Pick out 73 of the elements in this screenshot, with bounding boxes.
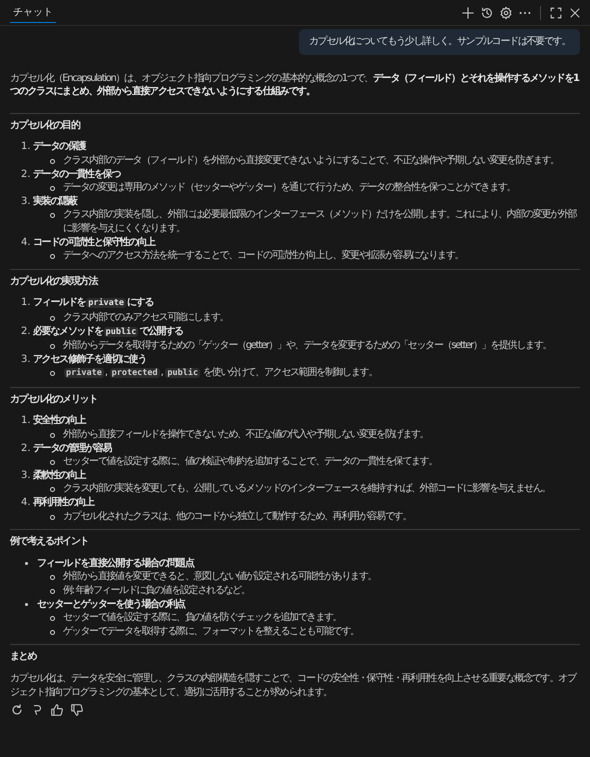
settings-icon[interactable] (499, 6, 513, 20)
list-item-title: データの一貫性を保つ (33, 168, 120, 182)
close-icon[interactable] (568, 6, 582, 20)
bullet-icon (50, 316, 55, 321)
bullet-icon (50, 371, 55, 376)
list-item-title: セッターとゲッターを使う場合の利点 (37, 598, 185, 612)
section-heading: カプセル化のメリット (10, 392, 98, 406)
panel-tab[interactable]: チャット (10, 2, 56, 24)
list-item-title: 実装の隠蔽 (33, 194, 77, 208)
list-item-title: フィールドを直接公開する場合の問題点 (37, 556, 194, 570)
bullet-icon (50, 213, 55, 218)
bullet-icon (50, 344, 55, 350)
bullet-icon (50, 254, 55, 260)
list-item-text: ゲッターでデータを取得する際に、フォーマットを整えることも可能です。 (63, 624, 359, 638)
list-item-title: データの保護 (33, 140, 86, 154)
list-item-text: セッターで値を設定する際に、値の検証や制約を追加することで、データの一貫性を保てます。 (63, 455, 438, 469)
list-item-text: クラス内部でのみアクセス可能にします。 (63, 310, 228, 324)
list-item-text: 外部から直接フィールドを操作できないため、不正な値の代入や予期しない変更を防げます。 (63, 428, 428, 442)
history-icon[interactable] (480, 6, 494, 20)
summary-paragraph: カプセル化は、データを安全に管理し、クラスの内部構造を隠すことで、コードの安全性・保守性・再利用性を向上させる重要な概念です。オブジェクト指向プログラミングの基本として、適切に活用することが求められます。 (10, 672, 578, 700)
list-number: 3. (21, 468, 32, 482)
bullet-icon (50, 186, 55, 192)
list-item-text: 外部から直接値を変更できると、意図しない値が設定される可能性があります。 (63, 570, 376, 584)
section-heading: カプセル化の目的 (10, 118, 82, 132)
bullet-icon (25, 562, 28, 565)
list-item-text: カプセル化されたクラスは、他のコードから独立して動作するため、再利用が容易です。 (63, 510, 412, 524)
list-item-text: セッターで値を設定する際に、負の値を防ぐチェックを追加できます。 (63, 611, 342, 625)
list-item-title: 柔軟性の向上 (33, 468, 86, 482)
bullet-icon (50, 514, 55, 520)
list-item-text: 例: 年齢フィールドに負の値を設定されるなど。 (63, 584, 250, 598)
list-item-title: 必要なメソッドを public で公開する (33, 324, 183, 338)
maximize-icon[interactable] (549, 6, 563, 20)
list-number: 4. (21, 236, 32, 250)
list-item-text: クラス内部のデータ（フィールド）を外部から直接変更できないようにすることで、不正な操作や予期しない変更を防ぎます。 (63, 154, 559, 168)
bullet-icon (50, 487, 55, 492)
list-item-text: データへのアクセス方法を統一することで、コードの可読性が向上し、変更や拡張が容易になります。 (63, 249, 464, 263)
list-item-text: 外部からデータを取得するための「ゲッター（getter）」や、データを変更するための「セッター（setter）」を提供します。 (63, 339, 552, 353)
section-heading: カプセル化の実現方法 (10, 274, 99, 288)
list-number: 2. (21, 324, 32, 338)
list-number: 3. (21, 194, 32, 208)
list-item-title: 安全性の向上 (33, 414, 86, 428)
list-number: 3. (21, 352, 32, 366)
bullet-icon (50, 460, 55, 466)
thumbs-up-icon[interactable] (50, 703, 64, 718)
list-number: 4. (21, 496, 32, 510)
list-number: 2. (21, 168, 32, 182)
response-paragraph: カプセル化（Encapsulation）は、オブジェクト指向プログラミングの基本的な概念の1つで、データ（フィールド）とそれを操作するメソッドを1つのクラスにまとめ、外部から直接アクセスできないようにする仕組みです。 (10, 72, 580, 99)
list-item-title: フィールドを private にする (33, 296, 154, 310)
list-item-text: クラス内部の実装を変更しても、公開しているメソッドのインターフェースを維持すれば、外部コードに影響を与えません。 (63, 482, 550, 496)
list-item-title: 再利用性の向上 (33, 496, 94, 510)
bullet-icon (50, 630, 55, 635)
bullet-icon (50, 433, 55, 438)
list-item-title: データの管理が容易 (33, 442, 112, 456)
bullet-icon (25, 602, 28, 606)
bullet-icon (50, 616, 55, 622)
retry-icon[interactable] (10, 703, 24, 718)
list-item-text: クラス内部の実装を隠し、外部には必要最低限のインターフェース（メソッド）だけを公開します。これにより、内部の変更が外部に影響を与えにくくなります。 (63, 208, 578, 236)
list-number: 1. (21, 140, 32, 154)
user-message: カプセル化についてもう少し詳しく。サンプルコードは不要です。 (298, 29, 580, 55)
section-heading: 例で考えるポイント (10, 535, 90, 549)
thumbs-down-icon[interactable] (70, 703, 84, 718)
section-heading: まとめ (10, 650, 38, 664)
list-number: 1. (21, 414, 32, 428)
list-item-title: コードの可読性と保守性の向上 (33, 236, 155, 250)
bullet-icon (50, 589, 55, 594)
list-number: 2. (21, 442, 32, 456)
plus-icon[interactable] (461, 6, 475, 20)
list-item-text: データの変更は専用のメソッド（セッターやゲッター）を通じて行うため、データの整合性を保つことができます。 (63, 181, 516, 195)
bullet-icon (50, 158, 55, 164)
bullet-icon (50, 575, 55, 580)
list-item-title: アクセス修飾子を適切に使う (33, 352, 146, 366)
list-number: 1. (21, 296, 32, 310)
list-item-text: private , protected , public を使い分けて、アクセス範囲を制御します。 (63, 366, 378, 380)
